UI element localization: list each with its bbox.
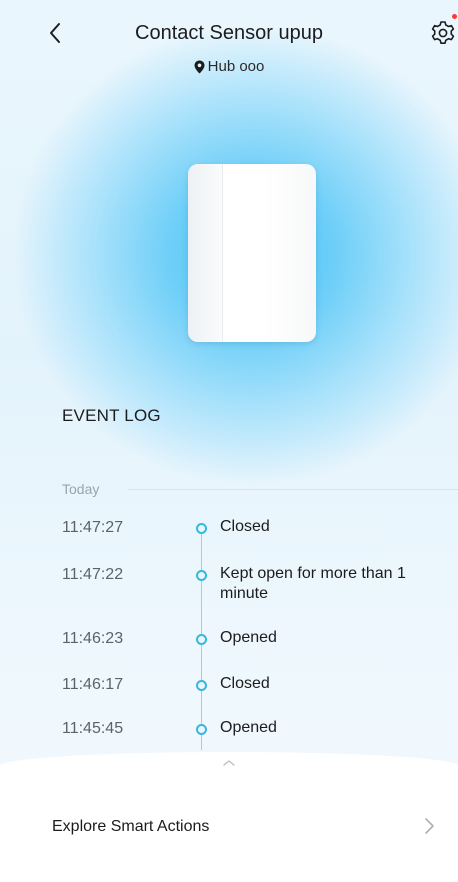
- contact-sensor-image: [188, 164, 316, 342]
- explore-smart-actions-row[interactable]: Explore Smart Actions: [0, 804, 458, 848]
- timeline-dot: [196, 680, 207, 691]
- notification-badge: [452, 14, 457, 19]
- day-divider: [128, 489, 458, 490]
- chevron-up-icon: [223, 760, 235, 766]
- event-description: Kept open for more than 1 minute: [220, 565, 406, 602]
- event-time: 11:47:27: [62, 519, 124, 536]
- hub-location: Hub ooo: [0, 58, 458, 75]
- chevron-right-icon: [425, 818, 434, 834]
- event-time: 11:46:17: [62, 676, 124, 693]
- event-time: 11:46:23: [62, 630, 124, 647]
- day-label: Today: [62, 481, 100, 497]
- event-description: Opened: [220, 629, 277, 646]
- gear-icon: [431, 21, 455, 44]
- settings-button[interactable]: [428, 18, 458, 48]
- event-description: Closed: [220, 518, 270, 535]
- explore-smart-actions-label: Explore Smart Actions: [52, 818, 210, 835]
- event-log-heading: EVENT LOG: [62, 406, 161, 425]
- timeline-dot: [196, 634, 207, 645]
- event-description: Closed: [220, 675, 270, 692]
- timeline-dot: [196, 570, 207, 581]
- event-description: Opened: [220, 719, 277, 736]
- page-title: Contact Sensor upup: [135, 22, 323, 44]
- hub-name: Hub ooo: [207, 58, 265, 75]
- event-time: 11:47:22: [62, 566, 124, 583]
- timeline-dot: [196, 523, 207, 534]
- event-time: 11:45:45: [62, 720, 124, 737]
- device-detail-screen: Contact Sensor upup Hub ooo EVENT LOG To…: [0, 0, 458, 882]
- sheet-expand-handle[interactable]: [219, 756, 239, 768]
- location-pin-icon: [194, 60, 205, 73]
- timeline-dot: [196, 724, 207, 735]
